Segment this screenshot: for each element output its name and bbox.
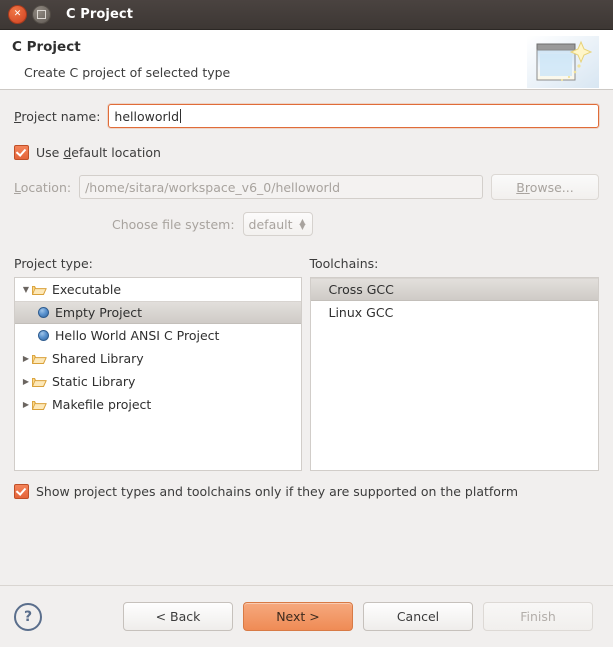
finish-button: Finish [483,602,593,631]
file-system-value: default [249,217,293,232]
chevron-down-icon[interactable]: ▼ [20,285,32,294]
selection-panels: Project type: ▼ Executable Empty Project He… [14,256,599,471]
project-type-item[interactable]: ▼ Executable [15,278,301,301]
project-name-label: Project name: [14,109,100,124]
browse-label: Browse... [516,180,573,195]
back-button[interactable]: < Back [123,602,233,631]
project-type-item[interactable]: ▶ Static Library [15,370,301,393]
project-type-panel: Project type: ▼ Executable Empty Project He… [14,256,302,471]
location-input[interactable]: /home/sitara/workspace_v6_0/helloworld [79,175,483,199]
use-default-location-label: Use default location [36,145,161,160]
project-type-item[interactable]: ▶ Shared Library [15,347,301,370]
footer-buttons: < Back Next > Cancel Finish [123,602,593,631]
toolchain-item[interactable]: Linux GCC [311,301,599,324]
toolchain-item-label: Cross GCC [329,282,394,297]
toolchain-item-label: Linux GCC [329,305,394,320]
location-value: /home/sitara/workspace_v6_0/helloworld [85,180,340,195]
show-supported-checkbox[interactable] [14,484,29,499]
chevron-right-icon[interactable]: ▶ [20,377,32,386]
dialog-body: Project name: helloworld Use default loc… [0,90,613,585]
project-type-label: Project type: [14,256,302,271]
project-type-item[interactable]: ▶ Makefile project [15,393,301,416]
project-type-item[interactable]: Hello World ANSI C Project [15,324,301,347]
toolchains-list[interactable]: Cross GCC Linux GCC [310,277,600,471]
project-type-tree[interactable]: ▼ Executable Empty Project Hello World ANSI… [14,277,302,471]
project-name-input[interactable]: helloworld [108,104,599,128]
toolchains-label: Toolchains: [310,256,600,271]
project-type-item-label: Static Library [52,374,135,389]
cancel-button[interactable]: Cancel [363,602,473,631]
use-default-location-row[interactable]: Use default location [14,145,599,160]
help-icon[interactable]: ? [14,603,42,631]
open-folder-icon [32,376,47,388]
spinner-arrows-icon[interactable]: ▲▼ [299,219,305,229]
page-title: C Project [12,39,613,55]
toolchains-panel: Toolchains: Cross GCC Linux GCC [310,256,600,471]
project-name-value: helloworld [114,109,179,124]
text-caret [180,109,181,123]
chevron-right-icon[interactable]: ▶ [20,354,32,363]
blue-sphere-icon [38,330,49,341]
maximize-icon[interactable] [32,5,51,24]
choose-file-system-row: Choose file system: default ▲▼ [14,212,599,236]
project-type-item-label: Hello World ANSI C Project [55,328,219,343]
open-folder-icon [32,353,47,365]
open-folder-icon [32,399,47,411]
project-type-item-label: Empty Project [55,305,142,320]
c-project-dialog: ✕ C Project C Project Create C project o… [0,0,613,647]
chevron-right-icon[interactable]: ▶ [20,400,32,409]
blue-sphere-icon [38,307,49,318]
toolchain-item[interactable]: Cross GCC [311,278,599,301]
open-folder-icon [32,284,47,296]
location-label: Location: [14,180,71,195]
location-row: Location: /home/sitara/workspace_v6_0/he… [14,174,599,200]
choose-file-system-label: Choose file system: [112,217,235,232]
dialog-footer: ? < Back Next > Cancel Finish [0,585,613,647]
project-name-row: Project name: helloworld [14,104,599,128]
project-type-item-label: Executable [52,282,121,297]
page-subtitle: Create C project of selected type [24,65,613,80]
project-type-item[interactable]: Empty Project [15,301,301,324]
file-system-select[interactable]: default ▲▼ [243,212,313,236]
show-supported-label: Show project types and toolchains only i… [36,484,518,499]
show-supported-row[interactable]: Show project types and toolchains only i… [14,484,599,499]
wizard-header: C Project Create C project of selected t… [0,30,613,90]
browse-button[interactable]: Browse... [491,174,599,200]
project-type-item-label: Makefile project [52,397,151,412]
title-bar: ✕ C Project [0,0,613,30]
new-project-wizard-icon [527,36,599,88]
close-icon[interactable]: ✕ [8,5,27,24]
project-type-item-label: Shared Library [52,351,144,366]
window-title: C Project [66,7,133,22]
use-default-location-checkbox[interactable] [14,145,29,160]
next-button[interactable]: Next > [243,602,353,631]
